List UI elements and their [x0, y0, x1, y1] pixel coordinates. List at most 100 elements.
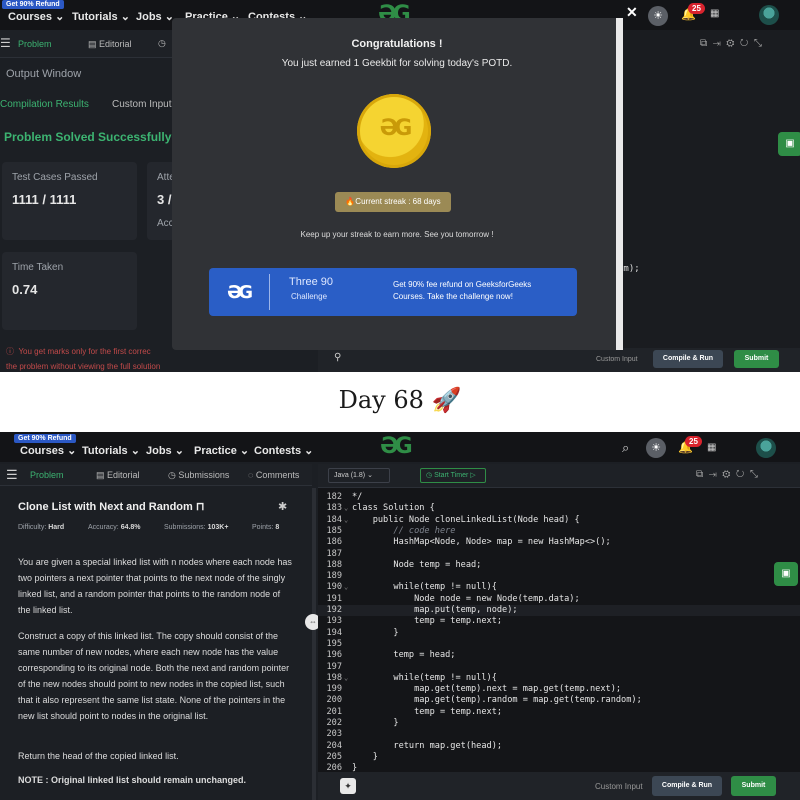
code-line[interactable]: 204 return map.get(head);: [318, 741, 800, 752]
code-line[interactable]: 190 ⌄ while(temp != null){: [318, 582, 800, 593]
compile-run-button[interactable]: Compile & Run: [653, 350, 723, 368]
nav-jobs[interactable]: Jobs ⌄: [136, 10, 174, 23]
code-line[interactable]: 192 map.put(temp, node);: [318, 605, 800, 617]
top-action-bar: ⚲ Custom Input Compile & Run Submit: [318, 348, 800, 372]
menu-icon[interactable]: ☰: [0, 36, 11, 50]
code-line[interactable]: 194 }: [318, 628, 800, 639]
nav-practice[interactable]: Practice ⌄: [194, 444, 249, 457]
custom-input-label[interactable]: Custom Input: [596, 356, 638, 363]
nav-jobs[interactable]: Jobs ⌄: [146, 444, 184, 457]
nav-tutorials[interactable]: Tutorials ⌄: [72, 10, 130, 23]
code-line[interactable]: 183 ⌄ class Solution {: [318, 503, 800, 514]
avatar[interactable]: [759, 5, 779, 25]
banner-text: Get 90% fee refund on GeeksforGeeks Cour…: [393, 280, 532, 301]
chat-icon[interactable]: ▣: [774, 562, 798, 586]
bookmark-icon[interactable]: ⊓: [196, 501, 205, 513]
line-number: 197: [326, 661, 342, 672]
code-line[interactable]: 202 }: [318, 718, 800, 729]
pane-divider[interactable]: [312, 488, 316, 800]
problem-note: NOTE : Original linked list should remai…: [18, 775, 247, 785]
chat-icon[interactable]: ▣: [778, 132, 800, 156]
translate-icon[interactable]: ▦: [710, 8, 719, 19]
line-number: 204: [326, 740, 342, 751]
compile-run-button[interactable]: Compile & Run: [652, 776, 722, 796]
avatar[interactable]: [756, 438, 776, 458]
output-window-title: Output Window: [6, 68, 82, 80]
code-line[interactable]: 203: [318, 729, 800, 740]
code-line[interactable]: 182 */: [318, 492, 800, 503]
submit-button[interactable]: Submit: [734, 350, 779, 368]
menu-icon[interactable]: ☰: [6, 467, 18, 483]
code-line[interactable]: 200 map.get(temp).random = map.get(temp.…: [318, 695, 800, 706]
code-line[interactable]: 185 // code here: [318, 526, 800, 537]
code-line[interactable]: 196 temp = head;: [318, 650, 800, 661]
code-line[interactable]: 205 }: [318, 752, 800, 763]
search-icon[interactable]: ⌕: [622, 440, 629, 456]
three90-banner[interactable]: ƏG Three 90 Challenge Get 90% fee refund…: [209, 268, 577, 316]
marks-notice-2: the problem without viewing the full sol…: [6, 362, 161, 371]
tab-submissions[interactable]: ◷ Submissions: [168, 470, 229, 481]
code-line[interactable]: 199 map.get(temp).next = map.get(temp.ne…: [318, 684, 800, 695]
gfg-logo[interactable]: ƏG: [380, 434, 413, 459]
editor-toolbar-icons[interactable]: ⧉ ⇥ ⚙ ↻ ⤡: [696, 469, 758, 480]
fold-chevron-icon[interactable]: ⌄: [344, 515, 348, 526]
bug-icon[interactable]: ✱: [278, 500, 287, 513]
code-line[interactable]: 187: [318, 549, 800, 560]
code-line[interactable]: 186 HashMap<Node, Node> map = new HashMa…: [318, 537, 800, 548]
difficulty: Difficulty: Hard: [18, 524, 65, 531]
tab-comments[interactable]: ◌ Comments: [248, 470, 299, 480]
line-number: 188: [326, 559, 342, 570]
code-text: }: [352, 751, 378, 762]
line-number: 185: [326, 525, 342, 536]
code-line[interactable]: 188 Node temp = head;: [318, 560, 800, 571]
code-line[interactable]: 198 ⌄ while(temp != null){: [318, 673, 800, 684]
nav-courses[interactable]: Courses ⌄: [20, 444, 76, 457]
line-number: 205: [326, 751, 342, 762]
code-line[interactable]: 189: [318, 571, 800, 582]
tab-problem[interactable]: Problem: [30, 470, 64, 480]
line-number: 193: [326, 616, 342, 627]
custom-input-label[interactable]: Custom Input: [595, 782, 643, 791]
geekbit-message: You just earned 1 Geekbit for solving to…: [281, 58, 513, 69]
start-timer-button[interactable]: ◷ Start Timer ▷: [420, 468, 486, 483]
nav-tutorials[interactable]: Tutorials ⌄: [82, 444, 140, 457]
theme-toggle-icon[interactable]: ☀: [648, 6, 668, 26]
translate-icon[interactable]: ▦: [707, 442, 716, 453]
language-select[interactable]: Java (1.8) ⌄: [328, 468, 390, 483]
nav-courses[interactable]: Courses ⌄: [8, 10, 64, 23]
code-text: Node temp = head;: [352, 559, 482, 570]
fold-chevron-icon[interactable]: ⌄: [344, 673, 348, 684]
clock-icon[interactable]: ◷: [158, 38, 166, 49]
close-icon[interactable]: ✕: [626, 5, 638, 19]
code-line[interactable]: 191 Node node = new Node(temp.data);: [318, 594, 800, 605]
code-text: HashMap<Node, Node> map = new HashMap<>(…: [352, 537, 611, 548]
editor-toolbar-icons[interactable]: ⧉ ⇥ ⚙ ↻ ⤡: [700, 38, 762, 49]
line-number: 202: [326, 718, 342, 728]
bulb-icon[interactable]: ✦: [340, 778, 356, 794]
submit-button[interactable]: Submit: [731, 776, 776, 796]
code-line[interactable]: 195: [318, 639, 800, 650]
code-line[interactable]: 193 temp = temp.next;: [318, 616, 800, 627]
line-number: 189: [326, 571, 342, 582]
code-line[interactable]: 201 temp = temp.next;: [318, 707, 800, 718]
tab-editorial[interactable]: ▤ Editorial: [88, 39, 132, 50]
line-number: 201: [326, 706, 342, 717]
bulb-icon[interactable]: ⚲: [334, 352, 341, 363]
tab-compilation-results[interactable]: Compilation Results: [0, 99, 89, 110]
tab-custom-input[interactable]: Custom Input: [112, 99, 171, 110]
notification-badge: 25: [685, 436, 702, 447]
refund-tag[interactable]: Get 90% Refund: [2, 0, 64, 9]
nav-contests[interactable]: Contests ⌄: [254, 444, 313, 457]
code-line[interactable]: 197: [318, 662, 800, 673]
code-text: class Solution {: [352, 503, 435, 514]
tab-problem[interactable]: Problem: [18, 39, 52, 49]
fold-chevron-icon[interactable]: ⌄: [344, 582, 348, 593]
tab-editorial[interactable]: ▤ Editorial: [96, 470, 140, 481]
code-line[interactable]: 184 ⌄ public Node cloneLinkedList(Node he…: [318, 515, 800, 526]
theme-toggle-icon[interactable]: ☀: [646, 438, 666, 458]
code-editor[interactable]: 182 */183 ⌄ class Solution {184 ⌄ public Nod…: [318, 488, 800, 773]
fold-chevron-icon[interactable]: ⌄: [344, 503, 348, 514]
refund-tag[interactable]: Get 90% Refund: [14, 434, 76, 443]
code-text: }: [352, 627, 399, 638]
accuracy: Accuracy: 64.8%: [88, 524, 141, 531]
